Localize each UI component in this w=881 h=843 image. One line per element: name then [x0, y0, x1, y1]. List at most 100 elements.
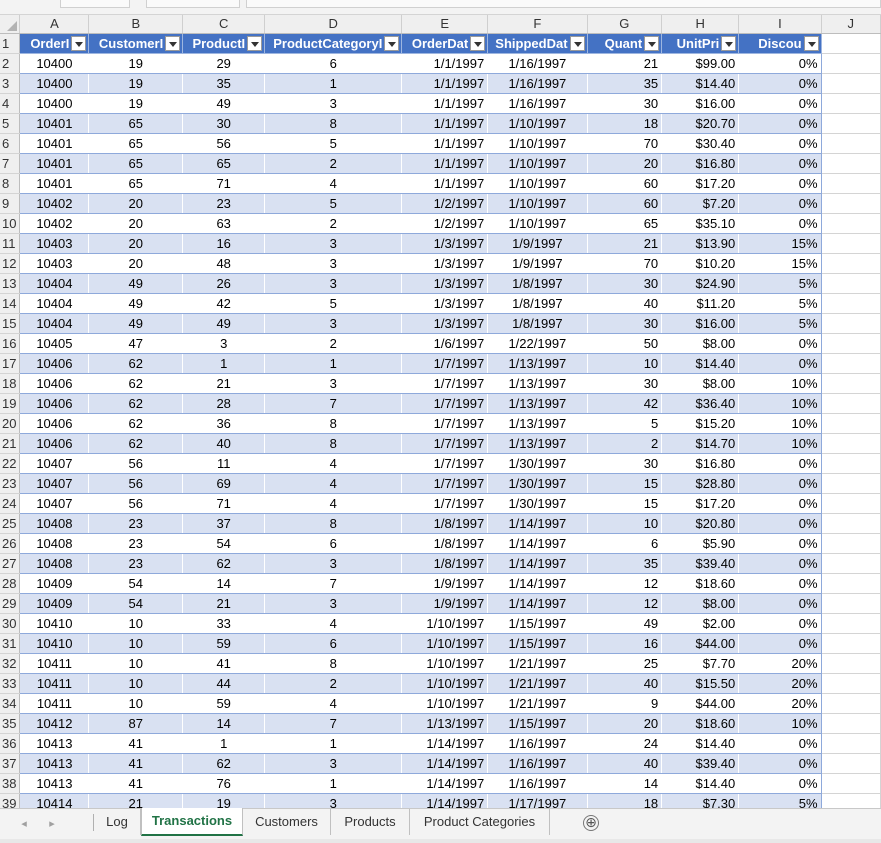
row-number[interactable]: 15 [0, 313, 21, 334]
header-cell-productcategoryid[interactable]: ProductCategoryI [264, 33, 403, 54]
cell-shippeddate[interactable]: 1/14/1997 [487, 573, 588, 594]
cell-orderdate[interactable]: 1/1/1997 [401, 53, 489, 74]
cell-orderid[interactable]: 10413 [19, 733, 90, 754]
row-number[interactable]: 5 [0, 113, 21, 134]
cell-customerid[interactable]: 56 [88, 473, 184, 494]
cell-productcategoryid[interactable]: 8 [264, 653, 403, 674]
cell-quantity[interactable]: 5 [587, 413, 663, 434]
cell-discount[interactable]: 20% [738, 673, 822, 694]
cell-orderdate[interactable]: 1/1/1997 [401, 73, 489, 94]
cell-unitprice[interactable]: $16.80 [661, 153, 740, 174]
cell-shippeddate[interactable]: 1/13/1997 [487, 413, 588, 434]
cell[interactable] [821, 33, 881, 54]
filter-dropdown-icon[interactable] [569, 36, 585, 52]
cell-orderdate[interactable]: 1/8/1997 [401, 533, 489, 554]
cell-productid[interactable]: 71 [182, 493, 266, 514]
cell[interactable] [821, 553, 881, 574]
cell-productcategoryid[interactable]: 3 [264, 313, 403, 334]
row-number[interactable]: 22 [0, 453, 21, 474]
filter-dropdown-icon[interactable] [165, 36, 181, 52]
cell[interactable] [821, 353, 881, 374]
cell-customerid[interactable]: 54 [88, 593, 184, 614]
row-number[interactable]: 36 [0, 733, 21, 754]
cell-customerid[interactable]: 47 [88, 333, 184, 354]
cell-unitprice[interactable]: $18.60 [661, 713, 740, 734]
cell-shippeddate[interactable]: 1/16/1997 [487, 93, 588, 114]
cell-discount[interactable]: 20% [738, 653, 822, 674]
cell-shippeddate[interactable]: 1/14/1997 [487, 533, 588, 554]
cell-shippeddate[interactable]: 1/13/1997 [487, 433, 588, 454]
cell-orderdate[interactable]: 1/9/1997 [401, 573, 489, 594]
cell-quantity[interactable]: 60 [587, 173, 663, 194]
cell-orderdate[interactable]: 1/7/1997 [401, 473, 489, 494]
cell-productid[interactable]: 56 [182, 133, 266, 154]
cell-orderid[interactable]: 10401 [19, 113, 90, 134]
cell-quantity[interactable]: 10 [587, 353, 663, 374]
cell[interactable] [821, 473, 881, 494]
cell-productid[interactable]: 11 [182, 453, 266, 474]
cell-productcategoryid[interactable]: 6 [264, 533, 403, 554]
cell-unitprice[interactable]: $5.90 [661, 533, 740, 554]
row-number[interactable]: 2 [0, 53, 21, 74]
cell[interactable] [821, 313, 881, 334]
cell-customerid[interactable]: 41 [88, 733, 184, 754]
cell-customerid[interactable]: 62 [88, 433, 184, 454]
cell-quantity[interactable]: 30 [587, 373, 663, 394]
cell-discount[interactable]: 0% [738, 733, 822, 754]
cell-quantity[interactable]: 65 [587, 213, 663, 234]
cell-discount[interactable]: 0% [738, 93, 822, 114]
cell-unitprice[interactable]: $11.20 [661, 293, 740, 314]
cell[interactable] [821, 53, 881, 74]
cell-quantity[interactable]: 18 [587, 793, 663, 808]
cell-quantity[interactable]: 9 [587, 693, 663, 714]
cell-unitprice[interactable]: $15.50 [661, 673, 740, 694]
cell-unitprice[interactable]: $18.60 [661, 573, 740, 594]
cell-productid[interactable]: 59 [182, 693, 266, 714]
cell-productcategoryid[interactable]: 6 [264, 53, 403, 74]
row-number[interactable]: 10 [0, 213, 21, 234]
cell-shippeddate[interactable]: 1/8/1997 [487, 293, 588, 314]
cell-shippeddate[interactable]: 1/17/1997 [487, 793, 588, 808]
cell-productcategoryid[interactable]: 5 [264, 293, 403, 314]
cell-productcategoryid[interactable]: 3 [264, 273, 403, 294]
sheet-tab-products[interactable]: Products [331, 809, 410, 835]
cell-quantity[interactable]: 49 [587, 613, 663, 634]
cell-orderid[interactable]: 10410 [19, 613, 90, 634]
cell-customerid[interactable]: 49 [88, 293, 184, 314]
cell-unitprice[interactable]: $13.90 [661, 233, 740, 254]
cell-customerid[interactable]: 62 [88, 373, 184, 394]
cell-quantity[interactable]: 25 [587, 653, 663, 674]
cell-orderid[interactable]: 10413 [19, 773, 90, 794]
cell[interactable] [821, 653, 881, 674]
row-number[interactable]: 24 [0, 493, 21, 514]
cell-productid[interactable]: 26 [182, 273, 266, 294]
cell-productcategoryid[interactable]: 4 [264, 173, 403, 194]
cell-quantity[interactable]: 24 [587, 733, 663, 754]
cell-unitprice[interactable]: $8.00 [661, 373, 740, 394]
cell-productid[interactable]: 19 [182, 793, 266, 808]
cell[interactable] [821, 493, 881, 514]
cell[interactable] [821, 73, 881, 94]
cell-productcategoryid[interactable]: 3 [264, 753, 403, 774]
cell-discount[interactable]: 15% [738, 253, 822, 274]
cell-productid[interactable]: 49 [182, 313, 266, 334]
cell-productid[interactable]: 62 [182, 553, 266, 574]
cell-quantity[interactable]: 21 [587, 233, 663, 254]
cell-customerid[interactable]: 19 [88, 93, 184, 114]
cell-orderdate[interactable]: 1/3/1997 [401, 313, 489, 334]
cell-orderid[interactable]: 10409 [19, 573, 90, 594]
cell-unitprice[interactable]: $24.90 [661, 273, 740, 294]
cell-productcategoryid[interactable]: 5 [264, 193, 403, 214]
cell-shippeddate[interactable]: 1/14/1997 [487, 513, 588, 534]
cell-quantity[interactable]: 20 [587, 153, 663, 174]
column-header-b[interactable]: B [88, 15, 184, 34]
cell-productcategoryid[interactable]: 1 [264, 73, 403, 94]
cell-shippeddate[interactable]: 1/14/1997 [487, 553, 588, 574]
cell[interactable] [821, 93, 881, 114]
cell[interactable] [821, 153, 881, 174]
cell-unitprice[interactable]: $35.10 [661, 213, 740, 234]
select-all-corner[interactable] [0, 15, 21, 34]
cell[interactable] [821, 713, 881, 734]
cell-productcategoryid[interactable]: 3 [264, 553, 403, 574]
cell-discount[interactable]: 0% [738, 73, 822, 94]
